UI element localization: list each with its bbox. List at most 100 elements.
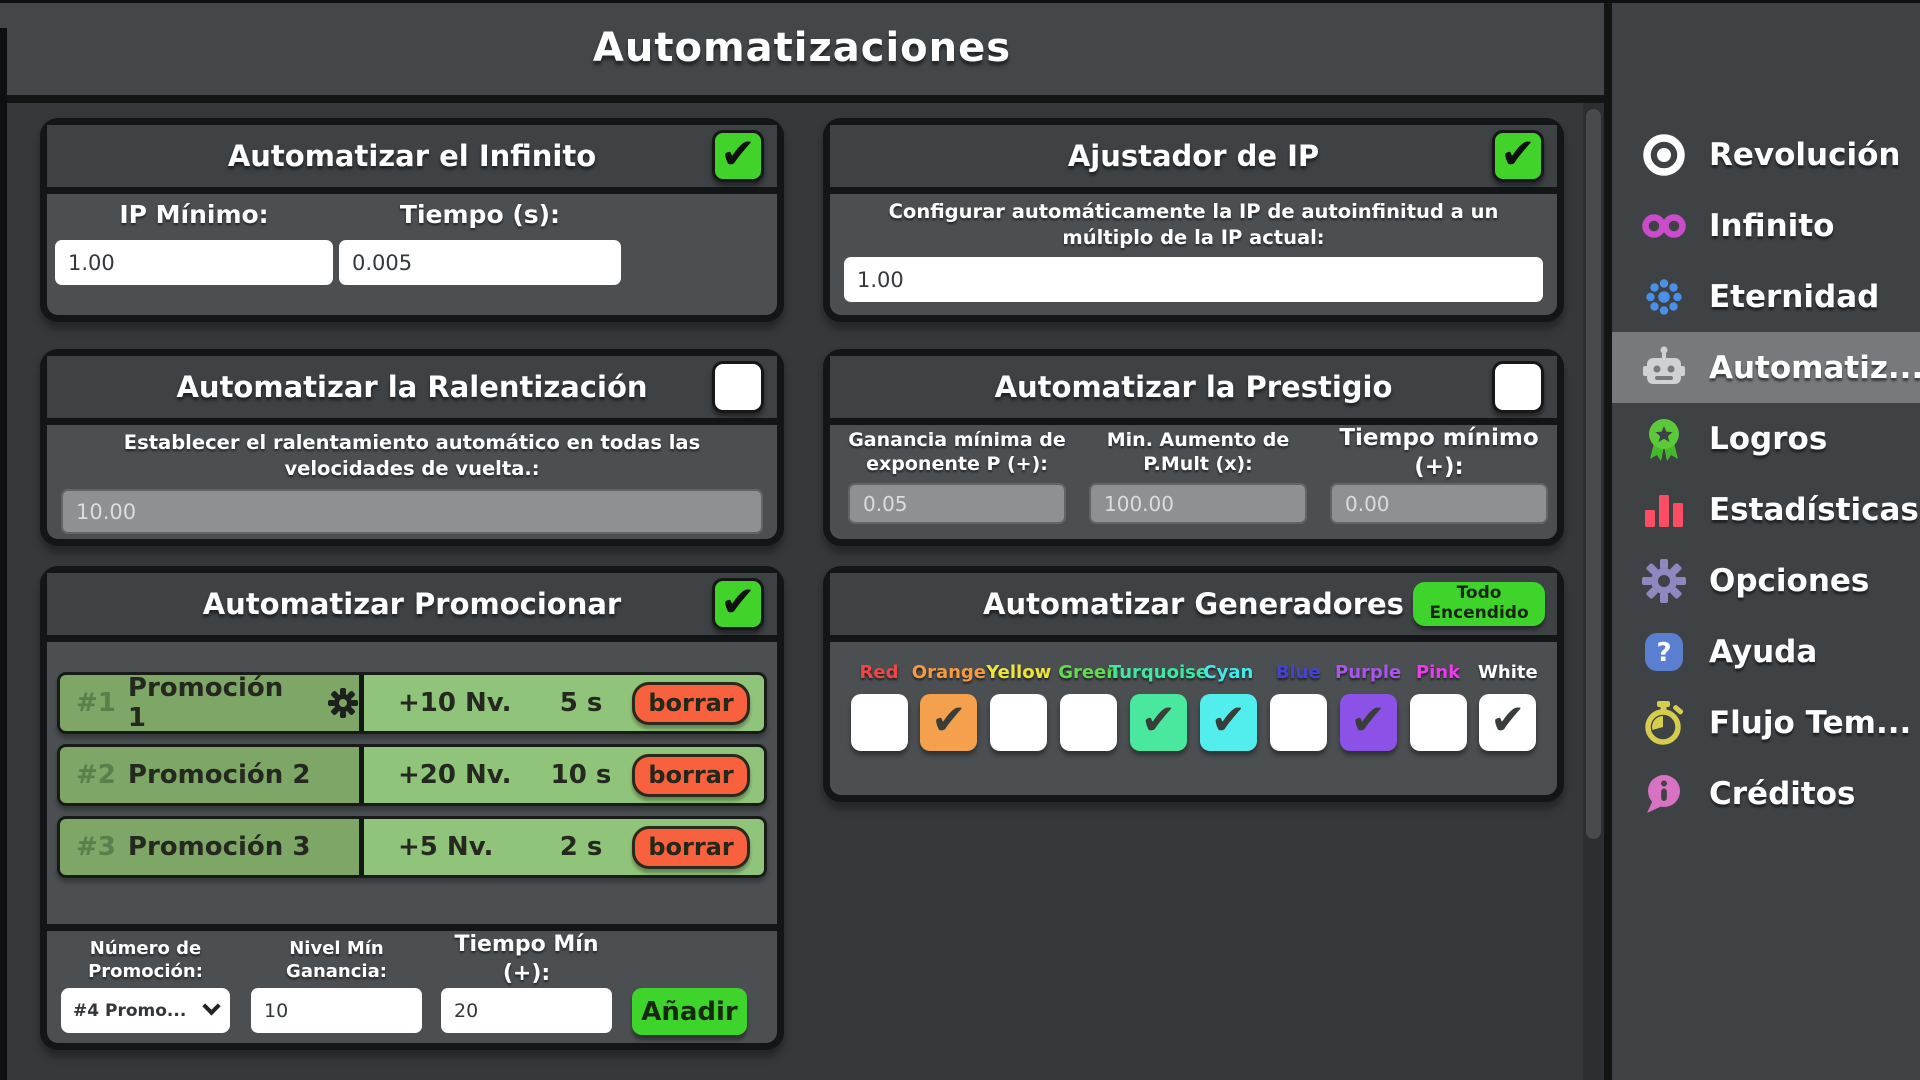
checkmark-icon: ✔ [720, 129, 756, 178]
generator-label: Yellow [986, 662, 1052, 683]
auto-prestige-checkbox[interactable] [1492, 361, 1544, 413]
promotion-settings-gear-icon[interactable] [327, 687, 359, 719]
min-time-plus-label: Tiempo Mín (+): [454, 932, 599, 986]
generator-label: Turquoise [1108, 662, 1209, 683]
ip-multiple-input[interactable] [844, 257, 1543, 302]
promo-number-label: Número de Promoción: [88, 937, 203, 982]
min-pmult-label: Min. Aumento de P.Mult (x): [1106, 429, 1290, 475]
content-scrollbar-thumb[interactable] [1586, 109, 1601, 839]
add-promotion-button[interactable]: Añadir [632, 988, 747, 1035]
sidebar-item-label: Revolución [1709, 136, 1901, 173]
question-mark-icon: ? [1640, 628, 1688, 676]
add-promotion-form: Número de Promoción: #4 Promo... Nivel M… [47, 924, 777, 1043]
sidebar-item-infinito[interactable]: Infinito [1612, 190, 1920, 261]
generator-cyan-checkbox[interactable]: ✔ [1199, 694, 1257, 751]
sidebar-item-flujo-temporal[interactable]: Flujo Tem... [1612, 687, 1920, 758]
generator-red: Red [850, 662, 908, 751]
panel-auto-infinity: Automatizar el Infinito ✔ IP Mínimo: Tie… [40, 118, 784, 322]
generator-orange-checkbox[interactable]: ✔ [920, 694, 978, 751]
min-ip-input[interactable] [55, 240, 333, 285]
sidebar-item-logros[interactable]: Logros [1612, 403, 1920, 474]
sidebar-item-ayuda[interactable]: ? Ayuda [1612, 616, 1920, 687]
panel-auto-promote-header: Automatizar Promocionar ✔ [47, 573, 777, 642]
sidebar-item-revolucion[interactable]: Revolución [1612, 119, 1920, 190]
generator-label: Pink [1415, 662, 1461, 683]
min-time-input[interactable] [1330, 483, 1548, 524]
panel-auto-prestige-body: Ganancia mínima de exponente P (+): Min.… [830, 425, 1557, 539]
min-ip-field-group: IP Mínimo: [55, 200, 333, 285]
auto-promote-checkbox[interactable]: ✔ [712, 578, 764, 630]
auto-slowdown-checkbox[interactable] [712, 361, 764, 413]
revolution-target-icon [1640, 131, 1688, 179]
auto-slowdown-description: Establecer el ralentamiento automático e… [123, 431, 701, 481]
promotion-time: 2 s [559, 832, 603, 862]
toggle-all-generators-button[interactable]: Todo Encendido [1413, 582, 1545, 626]
generator-blue-checkbox[interactable] [1269, 694, 1327, 751]
generator-turquoise: Turquoise ✔ [1109, 662, 1208, 751]
panel-auto-slowdown: Automatizar la Ralentización Establecer … [40, 349, 784, 546]
promotion-row-1-info: #1 Promoción 1 [60, 675, 364, 731]
generator-green-checkbox[interactable] [1060, 694, 1118, 751]
min-pmult-input[interactable] [1089, 483, 1307, 524]
time-input[interactable] [339, 240, 621, 285]
min-level-gain-label: Nivel Mín Ganancia: [286, 937, 387, 982]
generator-pink: Pink [1409, 662, 1467, 751]
generator-purple-checkbox[interactable]: ✔ [1339, 694, 1397, 751]
generator-white-checkbox[interactable]: ✔ [1479, 694, 1537, 751]
panel-ip-adjuster: Ajustador de IP ✔ Configurar automáticam… [823, 118, 1564, 322]
sidebar-item-eternidad[interactable]: Eternidad [1612, 261, 1920, 332]
panel-auto-generators-header: Automatizar Generadores Todo Encendido [830, 573, 1557, 642]
infinity-icon [1640, 202, 1688, 250]
auto-infinity-checkbox[interactable]: ✔ [712, 130, 764, 182]
sidebar-item-opciones[interactable]: Opciones [1612, 545, 1920, 616]
panel-auto-infinity-body: IP Mínimo: Tiempo (s): [47, 194, 777, 315]
promotion-name: Promoción 3 [127, 832, 311, 862]
delete-promotion-2-button[interactable]: borrar [632, 753, 750, 797]
ip-adjuster-checkbox[interactable]: ✔ [1492, 130, 1544, 182]
time-label: Tiempo (s): [399, 200, 561, 229]
min-p-exponent-input[interactable] [848, 483, 1066, 524]
generator-label: White [1478, 662, 1538, 683]
promotion-row-1: #1 Promoción 1 +10 Nv. 5 s borrar [57, 672, 767, 734]
promotion-index: #3 [76, 832, 116, 862]
generator-yellow: Yellow [986, 662, 1051, 751]
sidebar-menu: Revolución Infinito Eternidad Automatiz.… [1612, 119, 1920, 829]
sidebar-item-label: Infinito [1709, 207, 1835, 244]
promotion-index: #2 [76, 760, 116, 790]
promotion-row-2: #2 Promoción 2 +20 Nv. 10 s borrar [57, 744, 767, 806]
sidebar-item-estadisticas[interactable]: Estadísticas [1612, 474, 1920, 545]
generator-orange: Orange ✔ [912, 662, 986, 751]
slowdown-value-input[interactable] [61, 489, 763, 534]
min-ip-label: IP Mínimo: [119, 200, 269, 229]
promotion-row-3-values: +5 Nv. 2 s borrar [364, 819, 764, 875]
promo-number-select[interactable]: #4 Promo... [61, 988, 230, 1033]
generator-yellow-checkbox[interactable] [990, 694, 1048, 751]
time-field-group: Tiempo (s): [339, 200, 621, 285]
sidebar-item-label: Estadísticas [1709, 491, 1919, 528]
gear-icon [1640, 557, 1688, 605]
panel-title: Automatizar la Prestigio [994, 370, 1393, 404]
panel-title: Automatizar Promocionar [202, 587, 622, 621]
panel-title: Automatizar el Infinito [227, 139, 597, 173]
content-scrollbar-track[interactable] [1583, 103, 1604, 1080]
generator-turquoise-checkbox[interactable]: ✔ [1130, 694, 1187, 751]
generator-pink-checkbox[interactable] [1409, 694, 1467, 751]
sidebar-item-creditos[interactable]: Créditos [1612, 758, 1920, 829]
panel-auto-slowdown-body: Establecer el ralentamiento automático e… [47, 425, 777, 539]
promotion-name: Promoción 1 [127, 673, 284, 733]
stopwatch-icon [1640, 699, 1688, 747]
delete-promotion-3-button[interactable]: borrar [632, 825, 750, 869]
panel-ip-adjuster-body: Configurar automáticamente la IP de auto… [830, 194, 1557, 315]
min-level-gain-group: Nivel Mín Ganancia: [251, 931, 422, 1033]
panel-auto-promote-body: #1 Promoción 1 +10 Nv. 5 s borrar #2 Pro… [47, 642, 777, 1043]
panel-auto-promote: Automatizar Promocionar ✔ #1 Promoción 1 [40, 566, 784, 1050]
min-level-gain-input[interactable] [251, 988, 422, 1033]
generator-cyan: Cyan ✔ [1199, 662, 1257, 751]
sidebar-item-label: Créditos [1709, 775, 1856, 812]
generator-red-checkbox[interactable] [850, 694, 908, 751]
delete-promotion-1-button[interactable]: borrar [632, 681, 750, 725]
min-time-plus-input[interactable] [441, 988, 612, 1033]
promotion-time: 10 s [550, 760, 612, 790]
sidebar-item-automatizaciones[interactable]: Automatiz... [1612, 332, 1920, 403]
toggle-all-line2: Encendido [1429, 603, 1529, 623]
